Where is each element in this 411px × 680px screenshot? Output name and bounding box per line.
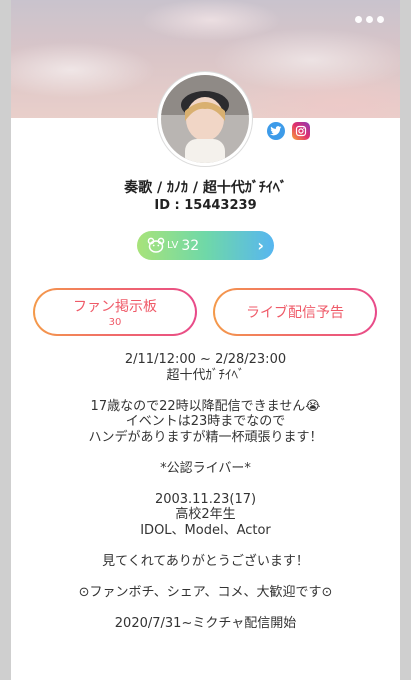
bio-line xyxy=(11,383,400,399)
bio-line xyxy=(11,569,400,585)
fan-board-label: ファン掲示板 xyxy=(73,299,157,315)
bio-line: 見てくれてありがとうございます！ xyxy=(102,553,309,569)
instagram-icon[interactable] xyxy=(292,122,310,140)
bio-line: 超十代ｶﾞﾁｲﾍﾞ xyxy=(166,367,245,383)
bio-line: 17歳なので22時以降配信できません😭 xyxy=(90,398,321,414)
chevron-right-icon: › xyxy=(257,236,264,255)
bio-line: ⊙ファンボチ、シェア、コメ、大歓迎です⊙ xyxy=(78,584,333,600)
level-badge[interactable]: LV 32 › xyxy=(137,231,274,260)
bio-line: IDOL、Model、Actor xyxy=(140,522,271,538)
profile-card: 奏歌 / ｶﾉｶ / 超十代ｶﾞﾁｲﾍﾞ ID : 15443239 LV 32… xyxy=(11,0,400,680)
bio-line: ハンデがありますが精一杯頑張ります！ xyxy=(88,429,323,445)
level-value: 32 xyxy=(181,237,200,254)
bio-line: *公認ライバー* xyxy=(160,460,251,476)
bio-line xyxy=(11,600,400,616)
fan-board-count: 30 xyxy=(108,317,122,328)
profile-name: 奏歌 / ｶﾉｶ / 超十代ｶﾞﾁｲﾍﾞ xyxy=(124,180,287,196)
profile-id: ID : 15443239 xyxy=(154,198,257,213)
bear-icon xyxy=(147,237,165,253)
avatar[interactable] xyxy=(158,72,252,166)
profile-bio: 2/11/12:00 ~ 2/28/23:00 超十代ｶﾞﾁｲﾍﾞ 17歳なので… xyxy=(11,352,400,631)
level-prefix: LV xyxy=(167,240,179,251)
bio-line: 2/11/12:00 ~ 2/28/23:00 xyxy=(124,352,287,367)
live-schedule-button[interactable]: ライブ配信予告 xyxy=(213,288,377,336)
live-schedule-label: ライブ配信予告 xyxy=(246,305,344,321)
bio-line: イベントは23時までなので xyxy=(125,414,286,429)
bio-line: 2020/7/31~ミクチャ配信開始 xyxy=(114,615,297,631)
fan-board-button[interactable]: ファン掲示板 30 xyxy=(33,288,197,336)
twitter-icon[interactable] xyxy=(267,122,285,140)
more-dots-icon[interactable] xyxy=(355,16,384,23)
bio-line: 2003.11.23(17) xyxy=(154,491,257,507)
bio-line: 高校2年生 xyxy=(175,507,236,522)
bio-line xyxy=(11,445,400,461)
bio-line xyxy=(11,538,400,554)
bio-line xyxy=(11,476,400,492)
